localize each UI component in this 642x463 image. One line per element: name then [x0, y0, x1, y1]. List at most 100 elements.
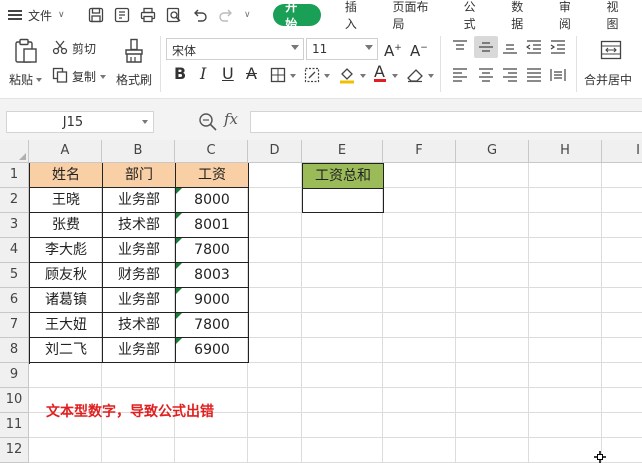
export-pdf-icon[interactable] — [111, 4, 133, 26]
cell-c6[interactable]: 9000 — [176, 288, 249, 313]
row-header-8[interactable]: 8 — [0, 338, 29, 363]
cell-a2[interactable]: 王晓 — [30, 188, 103, 213]
column-header-b[interactable]: B — [102, 140, 175, 163]
underline-icon[interactable]: U — [222, 66, 234, 82]
align-middle-button[interactable] — [474, 36, 498, 58]
strikethrough-icon[interactable]: A — [246, 66, 257, 82]
tab-insert[interactable]: 插入 — [345, 0, 369, 31]
cell-style-icon[interactable] — [304, 67, 320, 83]
cell-b1[interactable]: 部门 — [103, 163, 176, 188]
formula-input[interactable] — [250, 111, 642, 133]
align-right-icon[interactable] — [502, 68, 518, 82]
italic-icon[interactable]: I — [200, 66, 206, 82]
select-all-corner[interactable] — [0, 140, 29, 163]
row-header-4[interactable]: 4 — [0, 238, 29, 263]
clear-format-dropdown-icon — [428, 74, 434, 78]
cell-c5[interactable]: 8003 — [176, 263, 249, 288]
cell-b6[interactable]: 业务部 — [103, 288, 176, 313]
cut-button[interactable]: 剪切 — [52, 38, 102, 58]
row-header-1[interactable]: 1 — [0, 163, 29, 188]
column-header-e[interactable]: E — [302, 140, 383, 163]
zoom-icon[interactable] — [198, 112, 218, 132]
cell-a8[interactable]: 刘二飞 — [30, 338, 103, 363]
increase-font-icon[interactable]: A+ — [384, 40, 402, 59]
font-size-select[interactable]: 11 — [306, 38, 378, 60]
align-left-icon[interactable] — [452, 68, 468, 82]
fx-icon[interactable]: fx — [224, 110, 238, 128]
column-header-g[interactable]: G — [456, 140, 529, 163]
more-chevron-icon[interactable]: ∨ — [241, 4, 253, 26]
cell-b4[interactable]: 业务部 — [103, 238, 176, 263]
row-header-9[interactable]: 9 — [0, 363, 29, 388]
row-header-6[interactable]: 6 — [0, 288, 29, 313]
copy-button[interactable]: 复制 — [52, 66, 108, 86]
cell-c3[interactable]: 8001 — [176, 213, 249, 238]
tab-review[interactable]: 审阅 — [559, 0, 583, 31]
save-icon[interactable] — [85, 4, 107, 26]
decrease-indent-icon[interactable] — [526, 40, 542, 54]
column-header-d[interactable]: D — [248, 140, 302, 163]
decrease-font-icon[interactable]: A− — [410, 40, 428, 59]
clear-format-icon[interactable] — [406, 67, 424, 83]
print-icon[interactable] — [137, 4, 159, 26]
row-header-3[interactable]: 3 — [0, 213, 29, 238]
merge-center-button[interactable]: 合并居中 — [582, 34, 640, 94]
text-number-indicator — [176, 238, 182, 244]
fill-color-icon[interactable] — [338, 66, 356, 84]
column-header-a[interactable]: A — [29, 140, 102, 163]
row-header-10[interactable]: 10 — [0, 388, 29, 413]
column-header-i[interactable]: I — [602, 140, 642, 163]
column-header-c[interactable]: C — [175, 140, 248, 163]
cell-a6[interactable]: 诸葛镇 — [30, 288, 103, 313]
font-color-icon[interactable]: A — [374, 64, 386, 82]
cell-a4[interactable]: 李大彪 — [30, 238, 103, 263]
cell-e2[interactable] — [302, 189, 384, 213]
justify-icon[interactable] — [526, 68, 542, 82]
tab-home[interactable]: 开始 — [273, 0, 321, 31]
cell-c1[interactable]: 工资 — [176, 163, 249, 188]
paste-button[interactable]: 粘贴 — [8, 34, 44, 94]
font-color-dropdown-icon — [392, 74, 398, 78]
row-header-11[interactable]: 11 — [0, 413, 29, 438]
borders-icon[interactable] — [270, 67, 286, 83]
cell-c8[interactable]: 6900 — [176, 338, 249, 363]
align-bottom-icon[interactable] — [502, 40, 518, 54]
column-header-h[interactable]: H — [529, 140, 602, 163]
file-menu[interactable]: 文件 ∨ — [0, 0, 83, 30]
bold-icon[interactable]: B — [174, 66, 186, 82]
row-header-5[interactable]: 5 — [0, 263, 29, 288]
cell-c4[interactable]: 7800 — [176, 238, 249, 263]
tab-page-layout[interactable]: 页面布局 — [392, 0, 439, 31]
cell-a5[interactable]: 顾友秋 — [30, 263, 103, 288]
undo-icon[interactable] — [189, 4, 211, 26]
cell-c7[interactable]: 7800 — [176, 313, 249, 338]
paste-dropdown-icon — [36, 78, 42, 82]
cell-b7[interactable]: 技术部 — [103, 313, 176, 338]
column-header-f[interactable]: F — [383, 140, 456, 163]
align-center-icon[interactable] — [478, 68, 494, 82]
tab-view[interactable]: 视图 — [606, 0, 630, 31]
cell-b3[interactable]: 技术部 — [103, 213, 176, 238]
row-header-7[interactable]: 7 — [0, 313, 29, 338]
distributed-align-icon[interactable] — [550, 68, 566, 82]
cell-b2[interactable]: 业务部 — [103, 188, 176, 213]
print-preview-icon[interactable] — [163, 4, 185, 26]
cell-b5[interactable]: 财务部 — [103, 263, 176, 288]
cell-a1[interactable]: 姓名 — [30, 163, 103, 188]
format-painter-button[interactable]: 格式刷 — [112, 34, 156, 94]
row-header-12[interactable]: 12 — [0, 438, 29, 463]
cell-a3[interactable]: 张费 — [30, 213, 103, 238]
row-header-2[interactable]: 2 — [0, 188, 29, 213]
align-top-icon[interactable] — [452, 40, 468, 54]
font-name-select[interactable]: 宋体 — [166, 38, 304, 60]
cell-b8[interactable]: 业务部 — [103, 338, 176, 363]
increase-indent-icon[interactable] — [550, 40, 566, 54]
text-number-indicator — [176, 338, 182, 344]
cell-a7[interactable]: 王大妞 — [30, 313, 103, 338]
tab-formulas[interactable]: 公式 — [464, 0, 488, 31]
name-box[interactable]: J15 — [6, 111, 154, 133]
cell-c2[interactable]: 8000 — [176, 188, 249, 213]
redo-icon[interactable] — [215, 4, 237, 26]
tab-data[interactable]: 数据 — [511, 0, 535, 31]
cell-e1[interactable]: 工资总和 — [302, 163, 384, 189]
